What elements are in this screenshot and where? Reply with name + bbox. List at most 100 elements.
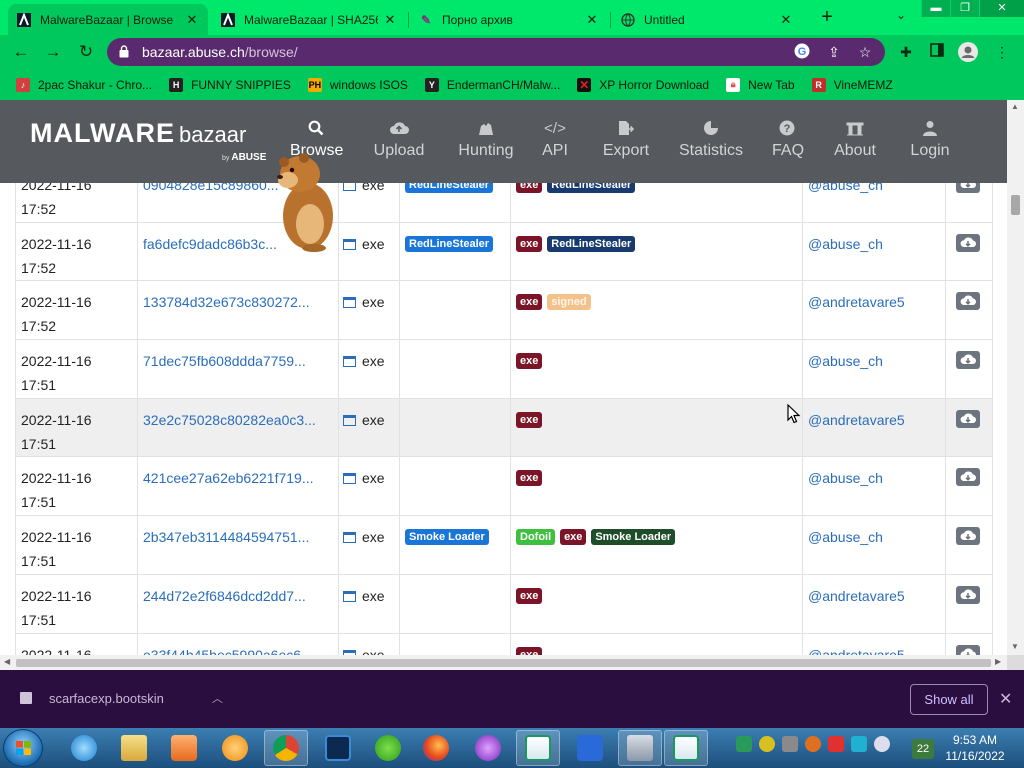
taskbar-uc-browser[interactable] (213, 730, 257, 766)
bookmark-star-icon[interactable]: ☆ (856, 43, 874, 61)
tray-shield-icon[interactable] (736, 736, 752, 752)
nav-statistics[interactable]: Statistics (679, 120, 743, 160)
chevron-up-icon[interactable]: ︿ (212, 690, 223, 706)
reporter-link[interactable]: @abuse_ch (808, 236, 883, 252)
tag-badge[interactable]: RedLineStealer (547, 235, 636, 252)
download-item[interactable]: scarfacexp.bootskin ︿ (20, 690, 223, 706)
table-row[interactable]: 2022-11-16 17:51 32e2c75028c80282ea0c3... e… (15, 397, 993, 458)
download-sample-button[interactable] (956, 233, 980, 252)
taskbar-wps[interactable] (568, 730, 612, 766)
table-row[interactable]: 2022-11-16 17:51 71dec75fb608ddda7759... ex… (15, 339, 993, 399)
table-row[interactable]: 2022-11-16 17:51 421cee27a62eb6221f719... e… (15, 456, 993, 517)
vertical-scrollbar[interactable]: ▲ ▼ (1007, 100, 1024, 655)
site-logo[interactable]: MALWARE bazaar by ABUSE (30, 118, 266, 163)
reporter-link[interactable]: @abuse_ch (808, 353, 883, 369)
minimize-icon[interactable]: ▬ (921, 0, 950, 17)
tray-plus-icon[interactable] (759, 736, 775, 752)
tray-flag-icon[interactable] (828, 736, 844, 752)
taskbar-internet-explorer[interactable] (62, 730, 106, 766)
table-row[interactable]: 2022-11-16 17:52 fa6defc9dadc86b3c... exe Re… (15, 221, 993, 282)
sha256-link[interactable]: 32e2c75028c80282ea0c3... (143, 412, 316, 428)
bookmark-funny-snippies[interactable]: H FUNNY SNIPPIES (169, 77, 291, 92)
bookmark-xp-horror[interactable]: ✕ XP Horror Download (577, 77, 709, 92)
profile-avatar-icon[interactable] (958, 42, 978, 62)
tag-badge[interactable]: Dofoil (516, 529, 556, 546)
scroll-right-arrow-icon[interactable]: ▶ (995, 657, 1001, 666)
taskbar-security-app-2[interactable] (664, 730, 708, 766)
tag-badge[interactable]: Smoke Loader (591, 529, 676, 546)
sha256-link[interactable]: fa6defc9dadc86b3c... (143, 236, 277, 252)
nav-faq[interactable]: ? FAQ (772, 120, 804, 160)
tab-malwarebazaar-browse[interactable]: MalwareBazaar | Browse ✕ (8, 4, 208, 35)
chrome-menu-icon[interactable]: ⋮ (992, 42, 1012, 62)
share-icon[interactable]: ⇪ (825, 43, 843, 61)
close-tab-icon[interactable]: ✕ (778, 12, 794, 28)
horizontal-scrollbar[interactable]: ◀ ▶ (0, 655, 1007, 670)
horizontal-scrollbar-thumb[interactable] (16, 659, 991, 667)
download-sample-button[interactable] (956, 527, 980, 546)
close-tab-icon[interactable]: ✕ (584, 12, 600, 28)
tab-search-chevron-icon[interactable]: ⌄ (896, 8, 906, 22)
tag-badge[interactable]: exe (560, 529, 587, 546)
tag-badge[interactable]: exe (516, 353, 543, 370)
malware-family-badge[interactable]: RedLineStealer (405, 235, 494, 252)
table-row[interactable]: 2022-11-16 17:51 244d72e2f6846dcd2dd7... ex… (15, 573, 993, 634)
bookmark-new-tab[interactable]: 🔒︎ New Tab (726, 77, 795, 92)
tag-badge[interactable]: exe (516, 470, 543, 487)
taskbar-security-app-1[interactable] (516, 730, 560, 766)
sha256-link[interactable]: 2b347eb3114484594751... (143, 529, 309, 545)
download-sample-button[interactable] (956, 409, 980, 428)
sha256-link[interactable]: e33f44b45bec5990a6ec6... (143, 647, 313, 656)
nav-export[interactable]: Export (602, 120, 650, 160)
back-arrow-icon[interactable]: ← (10, 41, 32, 63)
reload-icon[interactable]: ↻ (75, 41, 97, 63)
close-tab-icon[interactable]: ✕ (382, 12, 398, 28)
taskbar-firefox[interactable] (414, 730, 458, 766)
tray-monitor-icon[interactable] (851, 736, 867, 752)
sha256-link[interactable]: 71dec75fb608ddda7759... (143, 353, 306, 369)
reporter-link[interactable]: @abuse_ch (808, 529, 883, 545)
notification-count-badge[interactable]: 22 (912, 739, 934, 759)
reporter-link[interactable]: @abuse_ch (808, 470, 883, 486)
restore-icon[interactable]: ❐ (950, 0, 979, 17)
table-row[interactable]: 2022-11-16 17:52 133784d32e673c830272... ex… (15, 280, 993, 341)
nav-upload[interactable]: Upload (373, 120, 425, 160)
taskbar-media-player[interactable] (162, 730, 206, 766)
reporter-link[interactable]: @andretavare5 (808, 588, 905, 604)
nav-hunting[interactable]: Hunting (457, 120, 515, 160)
taskbar-clock[interactable]: 9:53 AM 11/16/2022 (940, 732, 1010, 764)
bookmark-vinememz[interactable]: R VineMEMZ (811, 77, 893, 92)
download-sample-button[interactable] (956, 351, 980, 370)
reporter-link[interactable]: @andretavare5 (808, 412, 905, 428)
tab-malwarebazaar-sha256[interactable]: MalwareBazaar | SHA256 ✕ (212, 4, 406, 35)
scroll-left-arrow-icon[interactable]: ◀ (4, 657, 10, 666)
nav-api[interactable]: </> API (541, 120, 569, 160)
new-tab-button[interactable]: + (816, 6, 838, 28)
address-bar[interactable]: bazaar.abuse.ch/browse/ G ⇪ ☆ (107, 38, 885, 66)
tag-badge[interactable]: signed (547, 294, 591, 311)
taskbar-system-app[interactable] (618, 730, 662, 766)
reporter-link[interactable]: @andretavare5 (808, 294, 905, 310)
reporter-link[interactable]: @andretavare5 (808, 647, 905, 656)
tray-app-icon[interactable] (782, 736, 798, 752)
window-close-icon[interactable]: ✕ (979, 0, 1024, 17)
taskbar-mask-app[interactable] (466, 730, 510, 766)
side-panel-icon[interactable] (927, 42, 947, 62)
tab-untitled[interactable]: Untitled ✕ (612, 4, 802, 35)
bookmark-2pac[interactable]: ♪ 2pac Shakur - Chro... (16, 77, 152, 92)
google-icon[interactable]: G (793, 43, 811, 61)
taskbar-app-green-plus[interactable] (366, 730, 410, 766)
forward-arrow-icon[interactable]: → (42, 41, 64, 63)
show-all-downloads-button[interactable]: Show all (910, 684, 988, 715)
nav-login[interactable]: Login (910, 120, 950, 160)
start-button[interactable] (3, 729, 43, 767)
extensions-puzzle-icon[interactable]: ✚ (896, 42, 916, 62)
close-download-shelf-icon[interactable]: ✕ (999, 689, 1012, 709)
download-sample-button[interactable] (956, 292, 980, 311)
download-sample-button[interactable] (956, 644, 980, 655)
nav-about[interactable]: About (833, 120, 877, 160)
bookmark-endermanch[interactable]: Y EndermanCH/Malw... (424, 77, 560, 92)
scrollbar-thumb[interactable] (1011, 195, 1020, 215)
tray-search-icon[interactable] (805, 736, 821, 752)
bookmark-windows-isos[interactable]: PH windows ISOS (307, 77, 408, 92)
